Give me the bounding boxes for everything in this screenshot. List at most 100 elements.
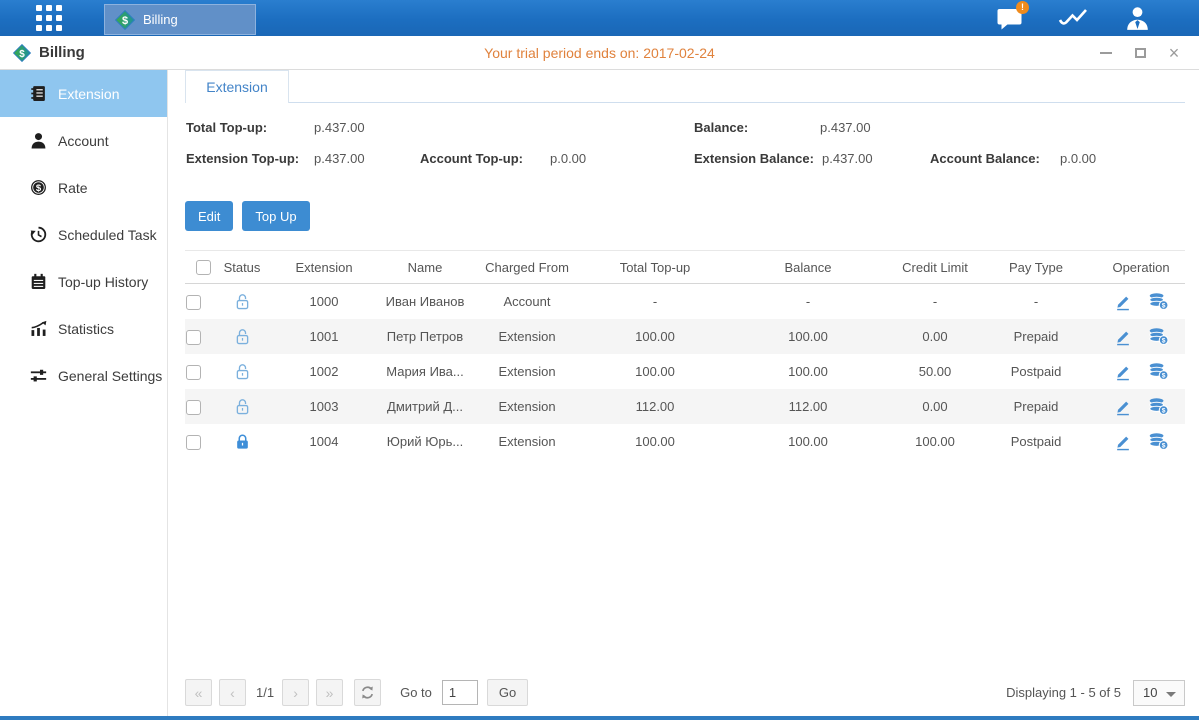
goto-page-input[interactable] xyxy=(442,680,478,705)
svg-text:$: $ xyxy=(1161,303,1165,310)
topup-row-icon[interactable]: $ xyxy=(1148,397,1169,416)
row-checkbox[interactable] xyxy=(186,295,201,310)
sidebar-item-account[interactable]: Account xyxy=(0,117,167,164)
sidebar-item-extension[interactable]: Extension xyxy=(0,70,167,117)
history-clock-icon xyxy=(30,226,47,243)
summary-panel: Total Top-up: p.437.00 Balance: p.437.00… xyxy=(185,103,1185,193)
svg-text:$: $ xyxy=(19,48,25,59)
sidebar-item-general-settings[interactable]: General Settings xyxy=(0,352,167,399)
topup-row-icon[interactable]: $ xyxy=(1148,432,1169,451)
extension-cell: 1001 xyxy=(263,329,385,344)
window-title: Billing xyxy=(39,44,85,61)
account-balance-label: Account Balance: xyxy=(930,151,1040,166)
extension-balance-label: Extension Balance: xyxy=(694,151,814,166)
billing-diamond-icon: $ xyxy=(13,44,31,62)
topup-row-icon[interactable]: $ xyxy=(1148,327,1169,346)
billing-window: $ Billing ! xyxy=(0,0,1199,720)
maximize-icon[interactable] xyxy=(1133,46,1147,60)
messages-button[interactable]: ! xyxy=(997,7,1022,30)
refresh-button[interactable] xyxy=(354,679,381,706)
taskbar-tab-billing[interactable]: $ Billing xyxy=(104,4,256,35)
credit-limit-cell: - xyxy=(895,294,975,309)
balance-cell: 100.00 xyxy=(721,364,895,379)
person-icon xyxy=(30,132,47,149)
reports-chart-button[interactable] xyxy=(1058,7,1088,29)
table-body: 1000Иван ИвановAccount----$1001Петр Петр… xyxy=(185,284,1185,459)
svg-text:$: $ xyxy=(122,15,128,27)
close-icon[interactable]: × xyxy=(1167,46,1181,60)
row-checkbox[interactable] xyxy=(186,330,201,345)
next-page-button[interactable]: › xyxy=(282,679,309,706)
sidebar-item-label: Account xyxy=(58,133,109,149)
account-topup-value: p.0.00 xyxy=(550,151,586,166)
balance-cell: - xyxy=(721,294,895,309)
edit-row-icon[interactable] xyxy=(1114,398,1132,416)
displaying-text: Displaying 1 - 5 of 5 xyxy=(1006,685,1121,700)
first-page-button[interactable]: « xyxy=(185,679,212,706)
notification-badge: ! xyxy=(1016,1,1029,14)
sidebar-item-scheduled-task[interactable]: Scheduled Task xyxy=(0,211,167,258)
edit-row-icon[interactable] xyxy=(1114,433,1132,451)
pay-type-cell: Prepaid xyxy=(975,329,1097,344)
unlocked-padlock-icon xyxy=(233,327,252,346)
top-up-button[interactable]: Top Up xyxy=(242,201,309,231)
row-checkbox[interactable] xyxy=(186,400,201,415)
locked-padlock-icon xyxy=(233,432,252,451)
row-checkbox[interactable] xyxy=(186,365,201,380)
total-topup-cell: 100.00 xyxy=(589,364,721,379)
col-charged-from: Charged From xyxy=(465,260,589,275)
credit-limit-cell: 0.00 xyxy=(895,329,975,344)
go-button[interactable]: Go xyxy=(487,679,528,706)
window-bottom-border xyxy=(0,716,1199,720)
unlocked-padlock-icon xyxy=(233,397,252,416)
edit-button[interactable]: Edit xyxy=(185,201,233,231)
name-cell: Юрий Юрь... xyxy=(385,434,465,449)
sidebar-item-topup-history[interactable]: Top-up History xyxy=(0,258,167,305)
taskbar-tab-label: Billing xyxy=(143,12,178,27)
name-cell: Мария Ива... xyxy=(385,364,465,379)
edit-row-icon[interactable] xyxy=(1114,328,1132,346)
total-topup-value: p.437.00 xyxy=(314,120,365,135)
action-buttons: Edit Top Up xyxy=(185,201,1185,231)
unlocked-padlock-icon xyxy=(233,362,252,381)
total-topup-cell: 112.00 xyxy=(589,399,721,414)
charged-from-cell: Extension xyxy=(465,399,589,414)
unlocked-padlock-icon xyxy=(233,292,252,311)
edit-row-icon[interactable] xyxy=(1114,363,1132,381)
chevron-down-icon xyxy=(1166,692,1176,697)
billing-diamond-icon: $ xyxy=(115,10,135,30)
pay-type-cell: - xyxy=(975,294,1097,309)
page-size-select[interactable]: 10 xyxy=(1133,680,1185,706)
last-page-button[interactable]: » xyxy=(316,679,343,706)
operation-cell: $ xyxy=(1097,362,1185,381)
edit-row-icon[interactable] xyxy=(1114,293,1132,311)
sidebar-item-statistics[interactable]: Statistics xyxy=(0,305,167,352)
pay-type-cell: Postpaid xyxy=(975,434,1097,449)
prev-page-button[interactable]: ‹ xyxy=(219,679,246,706)
credit-limit-cell: 0.00 xyxy=(895,399,975,414)
tab-extension[interactable]: Extension xyxy=(185,70,289,103)
minimize-icon[interactable] xyxy=(1099,46,1113,60)
name-cell: Иван Иванов xyxy=(385,294,465,309)
user-account-button[interactable] xyxy=(1124,5,1151,31)
svg-text:$: $ xyxy=(1161,373,1165,380)
credit-limit-cell: 50.00 xyxy=(895,364,975,379)
sidebar-item-rate[interactable]: $ Rate xyxy=(0,164,167,211)
app-grid-icon[interactable] xyxy=(36,5,62,31)
svg-text:$: $ xyxy=(1161,408,1165,415)
charged-from-cell: Extension xyxy=(465,434,589,449)
pay-type-cell: Postpaid xyxy=(975,364,1097,379)
operation-cell: $ xyxy=(1097,432,1185,451)
main-content: Extension Total Top-up: p.437.00 Balance… xyxy=(168,70,1199,716)
sidebar-item-label: Extension xyxy=(58,86,119,102)
balance-value: p.437.00 xyxy=(820,120,871,135)
sidebar: Extension Account $ Rate xyxy=(0,70,168,716)
row-checkbox[interactable] xyxy=(186,435,201,450)
sliders-icon xyxy=(30,367,47,384)
name-cell: Дмитрий Д... xyxy=(385,399,465,414)
select-all-checkbox[interactable] xyxy=(196,260,211,275)
topup-row-icon[interactable]: $ xyxy=(1148,292,1169,311)
extension-cell: 1003 xyxy=(263,399,385,414)
table-row: 1001Петр ПетровExtension100.00100.000.00… xyxy=(185,319,1185,354)
topup-row-icon[interactable]: $ xyxy=(1148,362,1169,381)
